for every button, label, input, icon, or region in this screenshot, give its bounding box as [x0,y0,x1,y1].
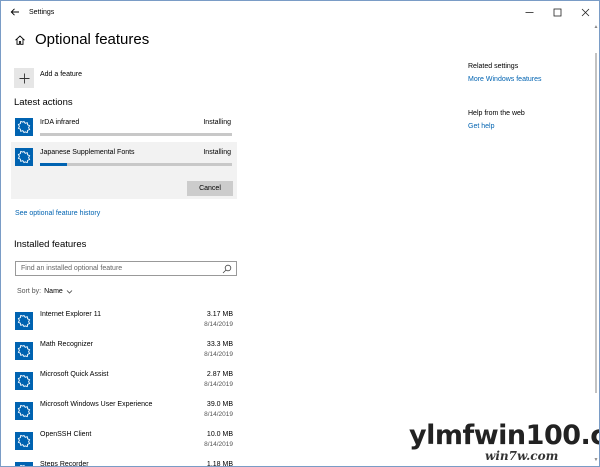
gear-puzzle-icon [15,342,33,360]
latest-actions-title: Latest actions [14,97,73,108]
related-settings-title: Related settings [468,63,519,70]
sort-label: Sort by: [17,288,42,295]
help-title: Help from the web [468,110,525,117]
feature-name: Math Recognizer [40,341,93,348]
chevron-down-icon [66,290,73,294]
settings-window: Settings Optional features Add a feature… [0,0,600,467]
action-status: Installing [203,119,231,126]
watermark-sub: win7w.com [485,449,559,463]
feature-size: 10.0 MB [206,431,233,438]
search-icon[interactable] [222,264,232,274]
add-feature-button[interactable]: Add a feature [14,68,82,88]
sort-dropdown[interactable]: Sort by: Name [17,288,73,295]
page-header: Optional features [14,31,149,48]
action-name: IrDA infrared [40,119,80,126]
sort-value: Name [44,288,63,295]
back-arrow-icon[interactable] [1,1,29,23]
cancel-button[interactable]: Cancel [187,181,233,196]
plus-icon [14,68,34,88]
feature-size: 1.18 MB [206,461,233,467]
installed-feature-item[interactable]: Microsoft Quick Assist 2.87 MB 8/14/2019 [11,368,237,396]
gear-puzzle-icon [15,118,33,136]
installed-features-title: Installed features [14,239,87,250]
action-name: Japanese Supplemental Fonts [40,149,135,156]
feature-name: Steps Recorder [40,461,89,467]
installed-feature-item[interactable]: Internet Explorer 11 3.17 MB 8/14/2019 [11,308,237,336]
feature-name: Internet Explorer 11 [40,311,101,318]
watermark-main: ylmfwin100.com [409,420,599,451]
feature-date: 8/14/2019 [204,381,233,388]
page-title: Optional features [35,31,150,48]
gear-puzzle-icon [15,372,33,390]
feature-date: 8/14/2019 [204,321,233,328]
close-button[interactable] [571,1,599,23]
feature-date: 8/14/2019 [204,441,233,448]
action-status: Installing [203,149,231,156]
installed-feature-item[interactable]: OpenSSH Client 10.0 MB 8/14/2019 [11,428,237,456]
search-placeholder: Find an installed optional feature [21,265,123,272]
maximize-button[interactable] [543,1,571,23]
feature-size: 39.0 MB [206,401,233,408]
progress-fill [40,163,67,166]
scrollbar[interactable]: ▲ ▼ [593,23,599,466]
watermark-logo: ylmfwin100.com win7w.com [409,420,599,464]
more-windows-features-link[interactable]: More Windows features [468,76,542,83]
feature-date: 8/14/2019 [204,411,233,418]
progress-bar [40,163,232,166]
action-item[interactable]: Japanese Supplemental Fonts Installing [11,144,237,174]
scroll-up-icon[interactable]: ▲ [593,23,599,31]
scroll-thumb[interactable] [595,53,597,393]
get-help-link[interactable]: Get help [468,123,494,130]
gear-puzzle-icon [15,148,33,166]
gear-puzzle-icon [15,462,33,466]
add-feature-label: Add a feature [40,70,83,78]
feature-name: Microsoft Windows User Experience [40,401,153,408]
installed-feature-item[interactable]: Steps Recorder1.18 MB8/14/2019 [11,458,237,467]
feature-date: 8/14/2019 [204,351,233,358]
feature-name: Microsoft Quick Assist [40,371,109,378]
minimize-button[interactable] [515,1,543,23]
feature-name: OpenSSH Client [40,431,92,438]
gear-puzzle-icon [15,402,33,420]
feature-size: 33.3 MB [206,341,233,348]
feature-history-link[interactable]: See optional feature history [15,210,100,217]
feature-size: 2.87 MB [206,371,233,378]
search-input[interactable]: Find an installed optional feature [15,261,237,276]
action-item[interactable]: IrDA infrared Installing [11,114,237,144]
window-title: Settings [29,8,55,16]
installed-feature-item[interactable]: Microsoft Windows User Experience 39.0 MB… [11,398,237,426]
progress-bar [40,133,232,136]
home-icon[interactable] [14,34,26,46]
title-bar: Settings [1,1,599,23]
installed-feature-item[interactable]: Math Recognizer 33.3 MB 8/14/2019 [11,338,237,366]
scroll-down-icon[interactable]: ▼ [593,456,599,464]
gear-puzzle-icon [15,312,33,330]
gear-puzzle-icon [15,432,33,450]
feature-size: 3.17 MB [206,311,233,318]
